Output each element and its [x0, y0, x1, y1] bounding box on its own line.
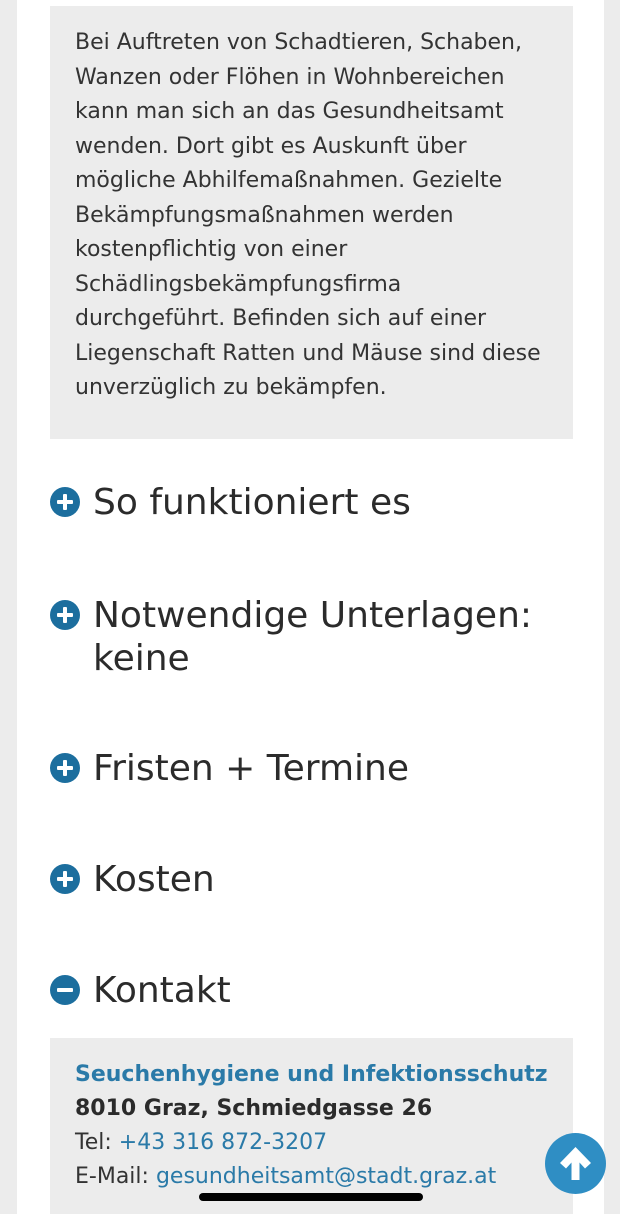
home-indicator — [199, 1193, 423, 1201]
minus-circle-icon — [50, 975, 80, 1005]
accordion-kosten[interactable]: Kosten — [50, 858, 570, 901]
contact-address: 8010 Graz, Schmiedgasse 26 — [75, 1096, 433, 1121]
accordion-kontakt[interactable]: Kontakt — [50, 969, 570, 1012]
plus-circle-icon — [50, 864, 80, 894]
accordion-label: So funktioniert es — [93, 482, 411, 523]
phone-link[interactable]: +43 316 872-3207 — [119, 1130, 327, 1155]
info-box: Bei Auftreten von Schadtieren, Schaben, … — [50, 6, 573, 439]
email-link[interactable]: gesundheitsamt@stadt.graz.at — [156, 1164, 496, 1189]
plus-circle-icon — [50, 600, 80, 630]
phone-label: Tel: — [75, 1130, 119, 1155]
info-text: Bei Auftreten von Schadtieren, Schaben, … — [75, 30, 541, 400]
plus-circle-icon — [50, 753, 80, 783]
email-label: E-Mail: — [75, 1164, 156, 1189]
plus-circle-icon — [50, 487, 80, 517]
arrow-up-icon — [560, 1147, 591, 1180]
accordion-fristen-termine[interactable]: Fristen + Termine — [50, 747, 570, 790]
contact-box: Seuchenhygiene und Infektionsschutz 8010… — [50, 1038, 573, 1214]
accordion-notwendige-unterlagen[interactable]: Notwendige Unterlagen: keine — [50, 594, 570, 680]
accordion-label: Fristen + Termine — [93, 748, 410, 789]
contact-phone-row: Tel: +43 316 872-3207 — [75, 1126, 548, 1160]
contact-email-row: E-Mail: gesundheitsamt@stadt.graz.at — [75, 1160, 548, 1194]
scroll-to-top-button[interactable] — [545, 1133, 606, 1194]
accordion-label: Kosten — [93, 859, 215, 900]
accordion-label: Kontakt — [93, 970, 231, 1011]
contact-organization: Seuchenhygiene und Infektionsschutz — [75, 1062, 548, 1087]
accordion-so-funktioniert-es[interactable]: So funktioniert es — [50, 481, 570, 524]
accordion-label: Notwendige Unterlagen: keine — [93, 595, 533, 679]
